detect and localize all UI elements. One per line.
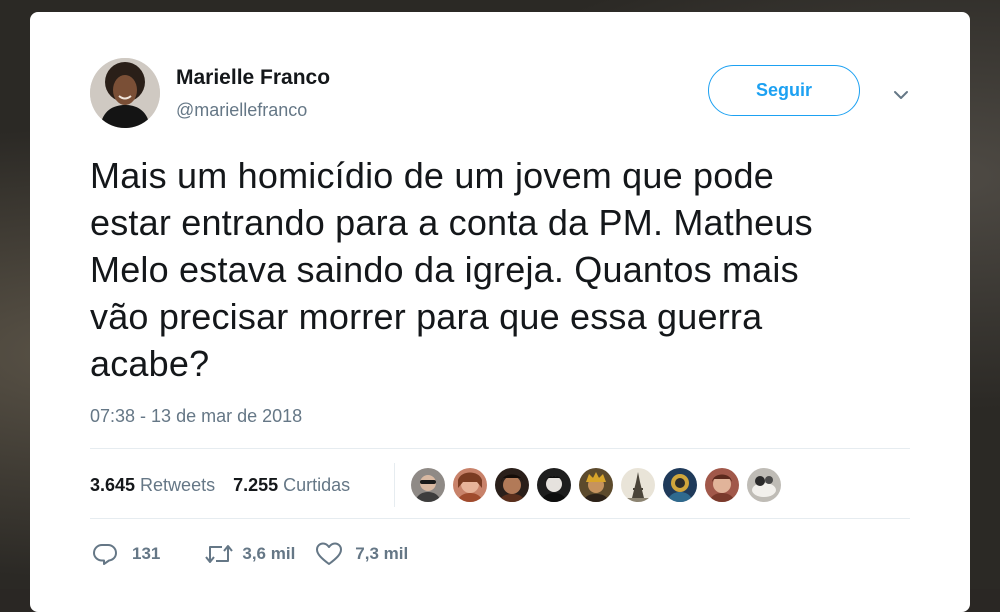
tweet-actions: 131 3,6 mil 7,3 mil	[92, 540, 408, 568]
author-avatar[interactable]	[90, 58, 160, 128]
liker-avatar[interactable]	[453, 468, 487, 502]
engagement-stats: 3.645 Retweets 7.255 Curtidas	[90, 472, 350, 498]
tweet-text: Mais um homicídio de um jovem que pode e…	[90, 152, 920, 387]
tweet-timestamp[interactable]: 07:38 - 13 de mar de 2018	[90, 406, 302, 427]
divider	[90, 518, 910, 519]
tweet-card: Marielle Franco @mariellefranco Seguir M…	[30, 12, 970, 612]
retweet-icon[interactable]	[204, 541, 234, 567]
retweet-action[interactable]: 3,6 mil	[204, 541, 295, 567]
divider	[90, 448, 910, 449]
follow-button[interactable]: Seguir	[708, 65, 860, 116]
retweets-count[interactable]: 3.645	[90, 475, 135, 496]
like-count[interactable]: 7,3 mil	[355, 544, 408, 564]
author-name[interactable]: Marielle Franco	[176, 66, 330, 90]
liker-avatar[interactable]	[537, 468, 571, 502]
chevron-down-icon[interactable]	[890, 84, 912, 106]
retweets-label[interactable]: Retweets	[140, 475, 215, 496]
author-handle[interactable]: @mariellefranco	[176, 100, 307, 121]
liker-avatar[interactable]	[579, 468, 613, 502]
likes-label[interactable]: Curtidas	[283, 475, 350, 496]
liker-avatar[interactable]	[705, 468, 739, 502]
likers-avatars	[411, 466, 789, 504]
liker-avatar[interactable]	[621, 468, 655, 502]
reply-icon[interactable]	[92, 541, 118, 567]
liker-avatar[interactable]	[495, 468, 529, 502]
tweet-line: acabe?	[90, 343, 210, 384]
retweet-count[interactable]: 3,6 mil	[242, 544, 295, 564]
tweet-line: estar entrando para a conta da PM. Mathe…	[90, 202, 813, 243]
tweet-line: vão precisar morrer para que essa guerra	[90, 296, 763, 337]
likes-count[interactable]: 7.255	[233, 475, 278, 496]
liker-avatar[interactable]	[411, 468, 445, 502]
tweet-line: Melo estava saindo da igreja. Quantos ma…	[90, 249, 799, 290]
reply-action[interactable]: 131	[92, 541, 160, 567]
tweet-line: Mais um homicídio de um jovem que pode	[90, 155, 774, 196]
like-action[interactable]: 7,3 mil	[315, 541, 408, 567]
liker-avatar[interactable]	[663, 468, 697, 502]
heart-icon[interactable]	[315, 541, 343, 567]
reply-count[interactable]: 131	[132, 544, 160, 564]
liker-avatar[interactable]	[747, 468, 781, 502]
stats-separator	[394, 463, 395, 507]
